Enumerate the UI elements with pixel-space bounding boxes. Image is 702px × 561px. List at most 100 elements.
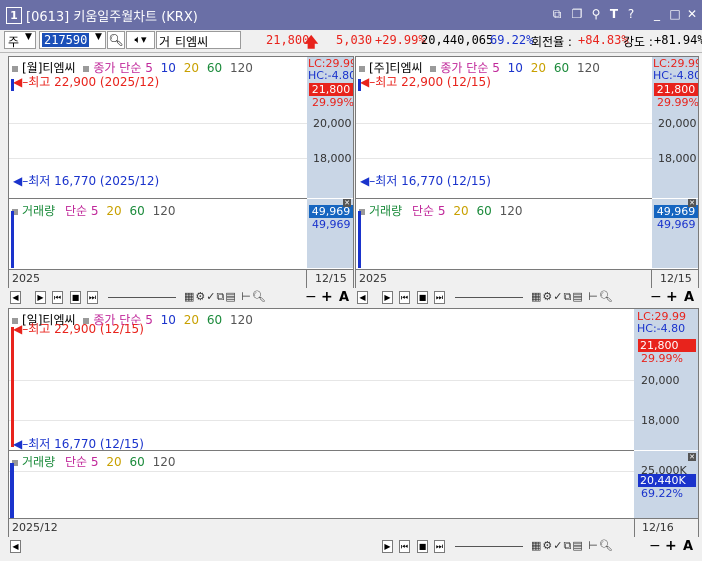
close-icon[interactable]: ✕	[343, 199, 351, 207]
price-badge: 21,800	[654, 83, 698, 96]
stock-name: 티엠씨	[175, 35, 209, 49]
high-marker: ◀–최고 22,900 (2025/12)	[13, 75, 160, 89]
x-axis-end: 12/16	[642, 521, 674, 534]
rewind-button[interactable]: ⏮	[399, 540, 410, 553]
copy-window-icon[interactable]: ❐	[570, 6, 584, 22]
hc-label: HC:-4.80	[308, 69, 353, 82]
price-plot-day[interactable]: [일]티엠씨 종가 단순 5 10 20 60 120 ◀–최고 22,900 …	[9, 309, 634, 451]
window-title: [0613] 키움일주월차트 (KRX)	[26, 10, 198, 25]
volume-value: 49,969	[657, 218, 696, 231]
navigation-bar-week: ◀ ▶ ⏮ ■ ⏭ ▦⚙✓⧉▤ ⊢🔍︎ − + A	[355, 289, 699, 306]
stock-code-input[interactable]: 217590 ▼	[39, 31, 106, 49]
volume-plot-month[interactable]: 거래량 단순 5 20 60 120	[9, 199, 307, 268]
play-button[interactable]: ▶	[382, 540, 393, 553]
volume-bar-week	[358, 211, 361, 268]
chevron-down-icon: ▼	[25, 32, 32, 42]
minimize-icon[interactable]: _	[650, 6, 664, 22]
zoom-slider[interactable]	[455, 546, 523, 547]
high-marker: ◀–최고 22,900 (12/15)	[360, 75, 491, 89]
stop-button[interactable]: ■	[70, 291, 81, 304]
tick-label: 18,000	[313, 152, 352, 165]
zoom-slider[interactable]	[108, 297, 176, 298]
legend-square-icon	[430, 65, 437, 72]
volume-bar-month	[11, 211, 14, 268]
close-icon[interactable]: ✕	[685, 6, 699, 22]
stock-name-field[interactable]: 거 티엠씨	[156, 31, 241, 49]
price-badge: 21,800	[638, 339, 696, 352]
chart-panel-month: [월]티엠씨 종가 단순 5 10 20 60 120 ◀–최고 22,900 …	[8, 56, 354, 288]
scroll-left-button[interactable]: ◀	[10, 291, 21, 304]
x-axis-start: 2025	[12, 272, 40, 285]
stop-button[interactable]: ■	[417, 291, 428, 304]
text-size-button[interactable]: A	[684, 290, 694, 305]
x-axis-end: 12/15	[315, 272, 347, 285]
strength-label: 강도 :	[623, 35, 653, 49]
volume-value: 49,969	[312, 218, 351, 231]
tick-label: 18,000	[658, 152, 697, 165]
x-axis-week: 2025 12/15	[356, 269, 698, 288]
current-price: 21,800	[266, 33, 310, 47]
zoom-out-button[interactable]: −	[650, 289, 662, 305]
price-badge: 21,800	[309, 83, 353, 96]
text-size-button[interactable]: A	[683, 539, 693, 554]
hc-label: HC:-4.80	[637, 322, 686, 335]
play-button[interactable]: ▶	[35, 291, 46, 304]
sound-button[interactable]: 🔈︎▾	[126, 31, 155, 49]
candle-week	[358, 79, 361, 91]
zoom-in-button[interactable]: +	[666, 289, 678, 305]
volume-plot-day[interactable]: 거래량 단순 5 20 60 120	[9, 451, 634, 518]
search-icon: 🔍︎	[108, 33, 124, 47]
rewind-button[interactable]: ⏮	[52, 291, 63, 304]
legend-square-icon	[359, 65, 365, 72]
text-t-icon[interactable]: T	[607, 6, 621, 22]
window-number-badge: 1	[6, 7, 22, 24]
close-icon[interactable]: ✕	[688, 453, 696, 461]
tick-label: 18,000	[641, 414, 680, 427]
price-plot-week[interactable]: [주]티엠씨 종가 단순 5 10 20 60 120 ◀–최고 22,900 …	[356, 57, 652, 199]
legend-square-icon	[12, 65, 18, 72]
pin-icon[interactable]: ⚲	[589, 6, 603, 22]
zoom-out-button[interactable]: −	[305, 289, 317, 305]
scroll-left-button[interactable]: ◀	[357, 291, 368, 304]
volume-pct: 69.22%	[641, 487, 683, 500]
rewind-button[interactable]: ⏮	[399, 291, 410, 304]
quote-toolbar: 주 ▼ 217590 ▼ 🔍︎ 🔈︎▾ 거 티엠씨 21,800 🡅 5,030…	[0, 30, 702, 53]
zoom-in-button[interactable]: +	[665, 538, 677, 554]
zoom-out-button[interactable]: −	[649, 538, 661, 554]
restore-layout-icon[interactable]: ⧉	[550, 6, 564, 22]
period-select[interactable]: 주 ▼	[4, 31, 36, 49]
forward-button[interactable]: ⏭	[434, 291, 445, 304]
play-button[interactable]: ▶	[382, 291, 393, 304]
low-marker: ◀–최저 16,770 (12/15)	[13, 437, 144, 451]
tick-label: 20,000	[313, 117, 352, 130]
price-change: 5,030	[336, 33, 373, 47]
x-axis-start: 2025	[359, 272, 387, 285]
volume-ratio: 69.22%	[490, 33, 534, 47]
x-axis-start: 2025/12	[12, 521, 58, 534]
search-button[interactable]: 🔍︎	[107, 31, 125, 49]
help-icon[interactable]: ?	[624, 6, 638, 22]
chart-tool-icons[interactable]: ▦⚙✓⧉▤ ⊢🔍︎	[531, 290, 614, 304]
volume-badge: 20,440K	[638, 474, 696, 487]
x-axis-day: 2025/12 12/16	[9, 518, 698, 537]
candle-month	[11, 79, 14, 91]
hc-label: HC:-4.80	[653, 69, 698, 82]
chart-tool-icons[interactable]: ▦⚙✓⧉▤ ⊢🔍︎	[184, 290, 267, 304]
volume-axis-month: 49,969 49,969 ✕	[307, 199, 353, 268]
close-icon[interactable]: ✕	[688, 199, 696, 207]
tick-label: 20,000	[658, 117, 697, 130]
stop-button[interactable]: ■	[417, 540, 428, 553]
zoom-slider[interactable]	[455, 297, 523, 298]
forward-button[interactable]: ⏭	[87, 291, 98, 304]
scroll-left-button[interactable]: ◀	[10, 540, 21, 553]
zoom-in-button[interactable]: +	[321, 289, 333, 305]
chart-tool-icons[interactable]: ▦⚙✓⧉▤ ⊢🔍︎	[531, 539, 614, 553]
price-plot-month[interactable]: [월]티엠씨 종가 단순 5 10 20 60 120 ◀–최고 22,900 …	[9, 57, 307, 199]
text-size-button[interactable]: A	[339, 290, 349, 305]
chart-panel-day: [일]티엠씨 종가 단순 5 10 20 60 120 ◀–최고 22,900 …	[8, 308, 699, 537]
volume-plot-week[interactable]: 거래량 단순 5 20 60 120	[356, 199, 652, 268]
forward-button[interactable]: ⏭	[434, 540, 445, 553]
navigation-bar-day: ◀ ▶ ⏮ ■ ⏭ ▦⚙✓⧉▤ ⊢🔍︎ − + A	[8, 538, 699, 556]
low-marker: ◀–최저 16,770 (12/15)	[360, 174, 491, 188]
maximize-icon[interactable]: □	[668, 6, 682, 22]
